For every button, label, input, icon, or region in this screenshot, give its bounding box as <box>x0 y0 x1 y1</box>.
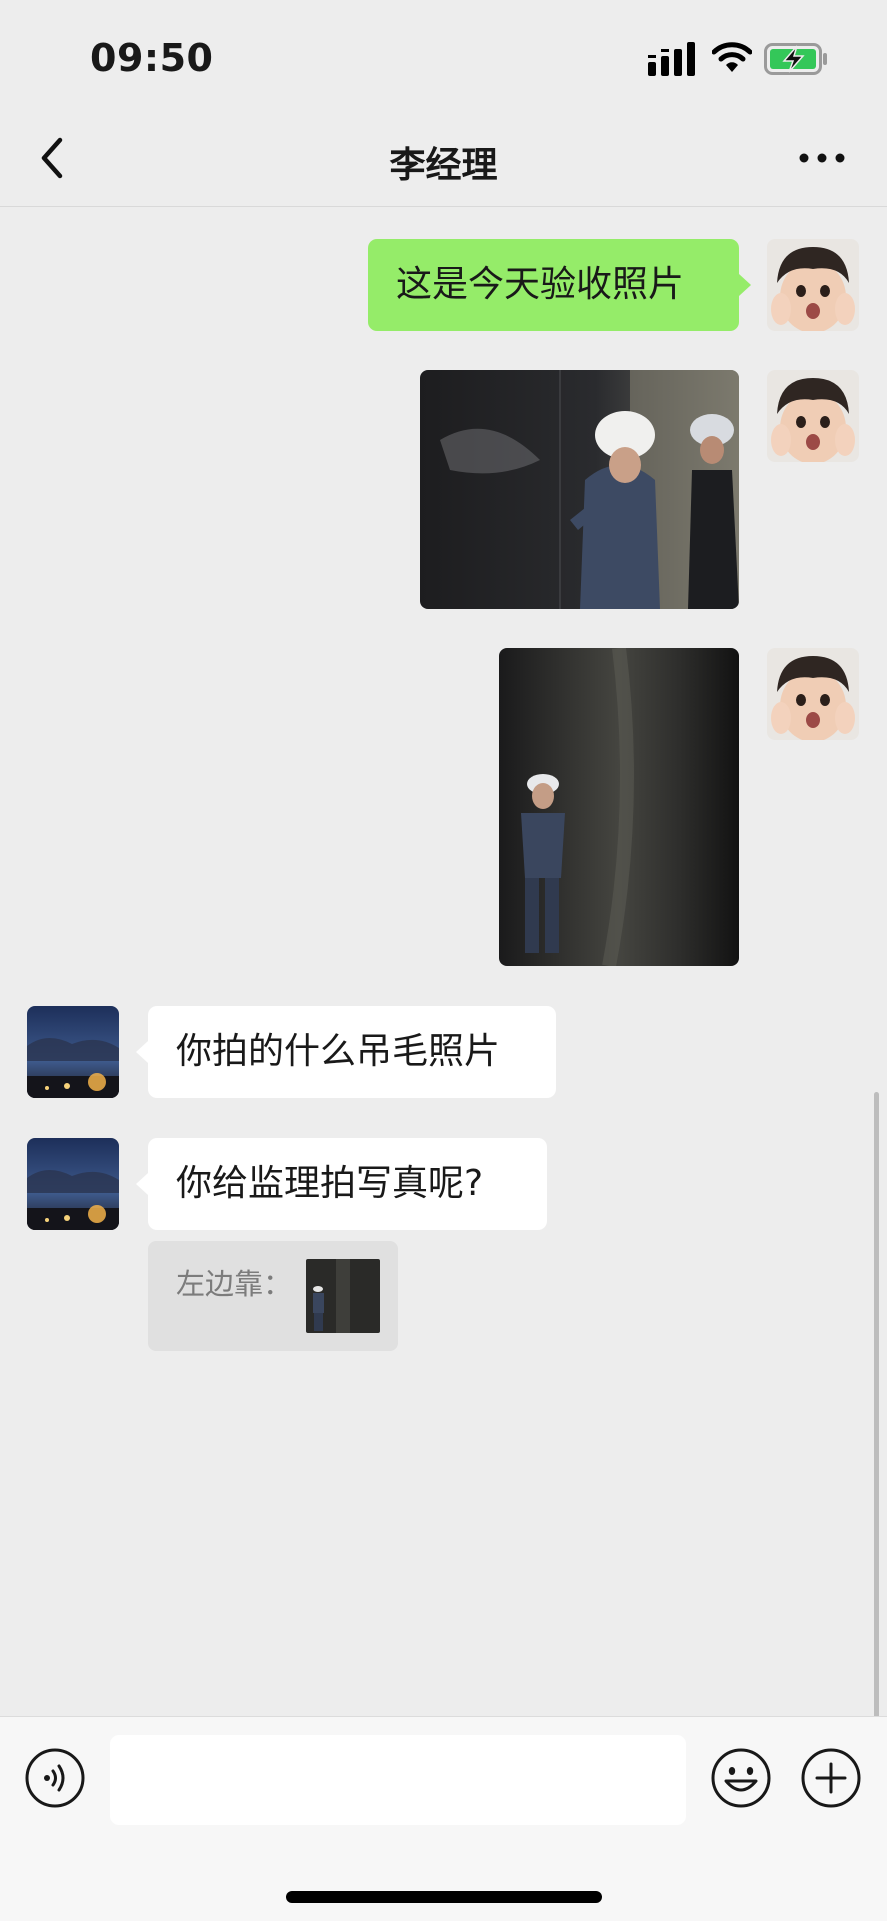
nav-bar: 李经理 <box>0 110 887 207</box>
wifi-icon <box>712 42 752 72</box>
quote-text: 左边靠： <box>176 1267 293 1301</box>
message-text: 你拍的什么吊毛照片 <box>176 1031 501 1072</box>
message-image-outgoing[interactable] <box>420 370 739 609</box>
my-avatar[interactable] <box>767 648 859 740</box>
status-bar: 09:50 <box>0 0 887 110</box>
message-bubble-incoming[interactable]: 你拍的什么吊毛照片 <box>148 1006 556 1098</box>
chat-area[interactable]: 这是今天验收照片 你拍的什么吊毛照片 你给监理拍写真呢? 左边靠： <box>0 207 887 1917</box>
voice-icon[interactable] <box>24 1747 86 1809</box>
chat-title: 李经理 <box>389 145 498 186</box>
more-button[interactable] <box>796 138 848 178</box>
battery-charging-icon <box>764 43 827 75</box>
status-time: 09:50 <box>90 36 214 80</box>
contact-avatar[interactable] <box>27 1006 119 1098</box>
bubble-tail <box>739 274 751 296</box>
message-input[interactable] <box>110 1735 686 1825</box>
emoji-icon[interactable] <box>710 1747 772 1809</box>
message-text: 这是今天验收照片 <box>396 264 685 305</box>
message-bubble-incoming[interactable]: 你给监理拍写真呢? <box>148 1138 547 1230</box>
bubble-tail <box>136 1041 148 1063</box>
quote-thumbnail[interactable] <box>306 1259 380 1333</box>
my-avatar[interactable] <box>767 370 859 462</box>
contact-avatar[interactable] <box>27 1138 119 1230</box>
message-bubble-outgoing[interactable]: 这是今天验收照片 <box>368 239 739 331</box>
plus-icon[interactable] <box>800 1747 862 1809</box>
my-avatar[interactable] <box>767 239 859 331</box>
bubble-tail <box>136 1173 148 1195</box>
home-indicator[interactable] <box>286 1891 602 1903</box>
message-image-outgoing[interactable] <box>499 648 739 966</box>
message-text: 你给监理拍写真呢? <box>176 1163 484 1204</box>
signal-icon <box>648 42 695 76</box>
input-bar <box>0 1716 887 1921</box>
quoted-reference[interactable]: 左边靠： <box>148 1241 398 1351</box>
